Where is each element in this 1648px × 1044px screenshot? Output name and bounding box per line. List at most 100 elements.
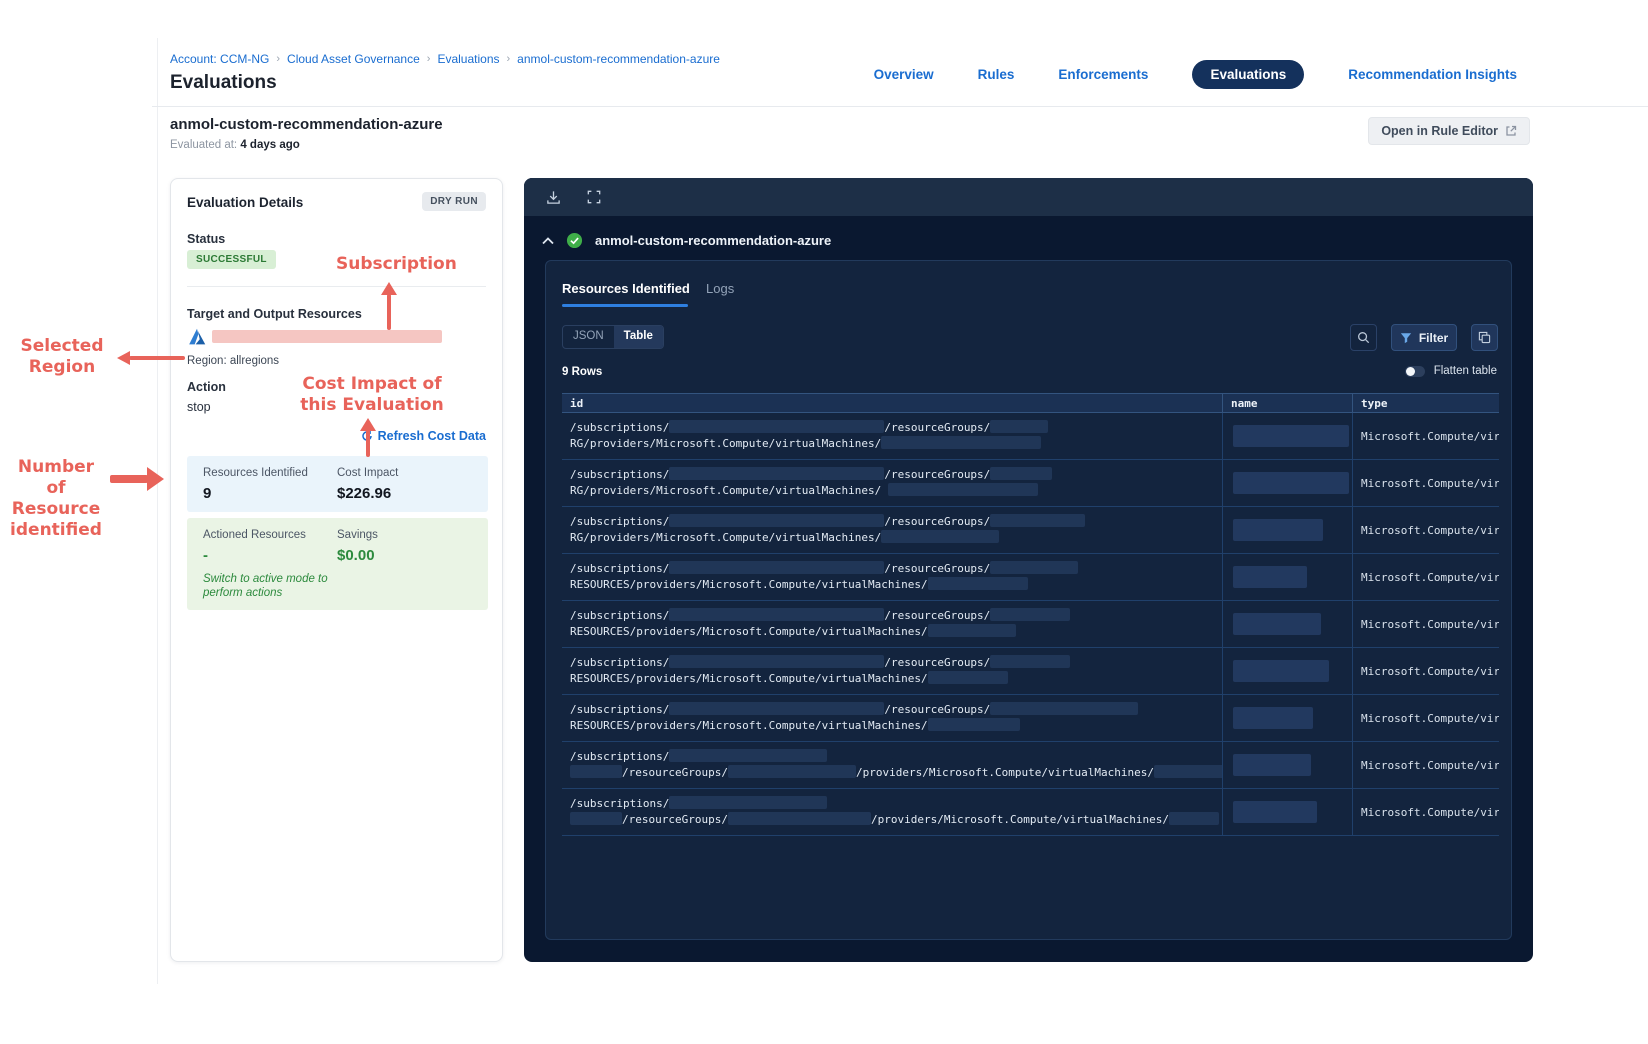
evaluated-at-value: 4 days ago [240,139,300,151]
cell-name [1222,742,1352,788]
resources-card: Resources Identified Logs JSON Table Fil… [545,260,1512,940]
nav-evaluations-active[interactable]: Evaluations [1192,60,1305,89]
cell-name [1222,789,1352,835]
top-navigation: Overview Rules Enforcements Evaluations … [874,60,1517,89]
breadcrumb-governance[interactable]: Cloud Asset Governance [287,52,420,66]
redacted-text [669,561,885,574]
redacted-text [881,530,1000,543]
active-tab-underline [562,304,688,307]
cell-name [1222,695,1352,741]
table-header: id name type [562,393,1499,413]
page-title: Evaluations [170,72,277,93]
evaluated-at-label: Evaluated at: [170,139,238,151]
cell-id: /subscriptions//resourceGroups/RESOURCES… [562,554,1222,600]
evaluation-title: anmol-custom-recommendation-azure [170,116,443,133]
tab-logs[interactable]: Logs [706,281,734,296]
breadcrumb-evaluations[interactable]: Evaluations [437,52,499,66]
view-json-button[interactable]: JSON [563,326,614,348]
view-toggle: JSON Table [562,325,664,349]
view-table-button[interactable]: Table [613,326,663,348]
redacted-text [727,765,856,778]
redacted-text [1168,812,1219,825]
redacted-name [1233,472,1349,494]
redacted-name [1233,425,1349,447]
redacted-text [669,514,885,527]
savings-value: $0.00 [337,547,375,564]
collapse-chevron-icon[interactable] [542,236,554,245]
breadcrumb-separator: › [276,53,281,65]
redacted-text [927,671,1008,684]
breadcrumb-account[interactable]: Account: CCM-NG [170,52,269,66]
redacted-text [927,624,1016,637]
redacted-text [990,467,1053,480]
redacted-text [990,702,1139,715]
flatten-toggle[interactable] [1404,365,1425,377]
table-row[interactable]: /subscriptions//resourceGroups/RG/provid… [562,413,1499,460]
table-row[interactable]: /subscriptions//resourceGroups//provider… [562,789,1499,836]
flatten-table-label: Flatten table [1433,365,1497,377]
cell-id: /subscriptions//resourceGroups/RG/provid… [562,460,1222,506]
header-divider [152,106,1648,107]
cell-id: /subscriptions//resourceGroups/RESOURCES… [562,648,1222,694]
table-body: /subscriptions//resourceGroups/RG/provid… [562,413,1499,836]
annotation-cost-impact: Cost Impact of this Evaluation [300,374,444,415]
action-label: Action [187,380,226,394]
table-row[interactable]: /subscriptions//resourceGroups/RG/provid… [562,460,1499,507]
breadcrumb-current[interactable]: anmol-custom-recommendation-azure [517,52,720,66]
nav-rules[interactable]: Rules [978,67,1015,82]
breadcrumb: Account: CCM-NG › Cloud Asset Governance… [170,52,720,66]
nav-recommendation-insights[interactable]: Recommendation Insights [1348,67,1517,82]
table-row[interactable]: /subscriptions//resourceGroups//provider… [562,742,1499,789]
open-rule-editor-button[interactable]: Open in Rule Editor [1368,117,1530,145]
table-row[interactable]: /subscriptions//resourceGroups/RESOURCES… [562,601,1499,648]
cell-name [1222,413,1352,459]
external-link-icon [1506,125,1517,136]
identified-stats-box: Resources Identified 9 Cost Impact $226.… [187,456,488,512]
cell-name [1222,460,1352,506]
actioned-resources-label: Actioned Resources [203,529,306,541]
evaluation-details-card: Evaluation Details DRY RUN Status SUCCES… [170,178,503,962]
switch-mode-note: Switch to active mode to perform actions [203,573,328,599]
nav-enforcements[interactable]: Enforcements [1058,67,1148,82]
evaluation-output-panel: anmol-custom-recommendation-azure Resour… [524,178,1533,962]
copy-button[interactable] [1471,324,1498,351]
dry-run-badge: DRY RUN [422,192,486,211]
redacted-text [669,749,828,762]
redacted-text [990,608,1071,621]
savings-label: Savings [337,529,378,541]
tab-resources-identified[interactable]: Resources Identified [562,281,690,296]
filter-button[interactable]: Filter [1391,324,1457,351]
cell-name [1222,601,1352,647]
fullscreen-icon[interactable] [587,190,601,204]
refresh-cost-data-label: Refresh Cost Data [377,429,486,443]
redacted-text [570,812,622,825]
rows-count: 9 Rows [562,366,603,378]
cell-type: Microsoft.Compute/virtu [1352,695,1499,741]
cell-id: /subscriptions//resourceGroups/RG/provid… [562,507,1222,553]
redacted-text [990,514,1086,527]
search-button[interactable] [1350,324,1377,351]
table-row[interactable]: /subscriptions//resourceGroups/RESOURCES… [562,554,1499,601]
breadcrumb-separator: › [506,53,511,65]
actioned-resources-value: - [203,547,208,564]
redacted-text [570,765,622,778]
refresh-cost-data-link[interactable]: Refresh Cost Data [361,429,486,443]
redacted-name [1233,801,1317,823]
flatten-table-control[interactable]: Flatten table [1404,365,1497,377]
annotation-resource-count: Number of Resource identified [10,457,102,540]
cell-type: Microsoft.Compute/virtu [1352,413,1499,459]
redacted-text [669,608,885,621]
redacted-name [1233,707,1313,729]
table-row[interactable]: /subscriptions//resourceGroups/RG/provid… [562,507,1499,554]
resources-table: id name type /subscriptions//resourceGro… [562,393,1499,836]
redacted-text [1153,765,1222,778]
nav-overview[interactable]: Overview [874,67,934,82]
table-row[interactable]: /subscriptions//resourceGroups/RESOURCES… [562,648,1499,695]
annotation-subscription: Subscription [336,254,457,274]
table-row[interactable]: /subscriptions//resourceGroups/RESOURCES… [562,695,1499,742]
cell-type: Microsoft.Compute/virtu [1352,460,1499,506]
column-header-type: type [1352,394,1499,412]
cell-id: /subscriptions//resourceGroups/RESOURCES… [562,695,1222,741]
download-icon[interactable] [546,190,561,205]
actioned-stats-box: Actioned Resources - Savings $0.00 Switc… [187,518,488,610]
